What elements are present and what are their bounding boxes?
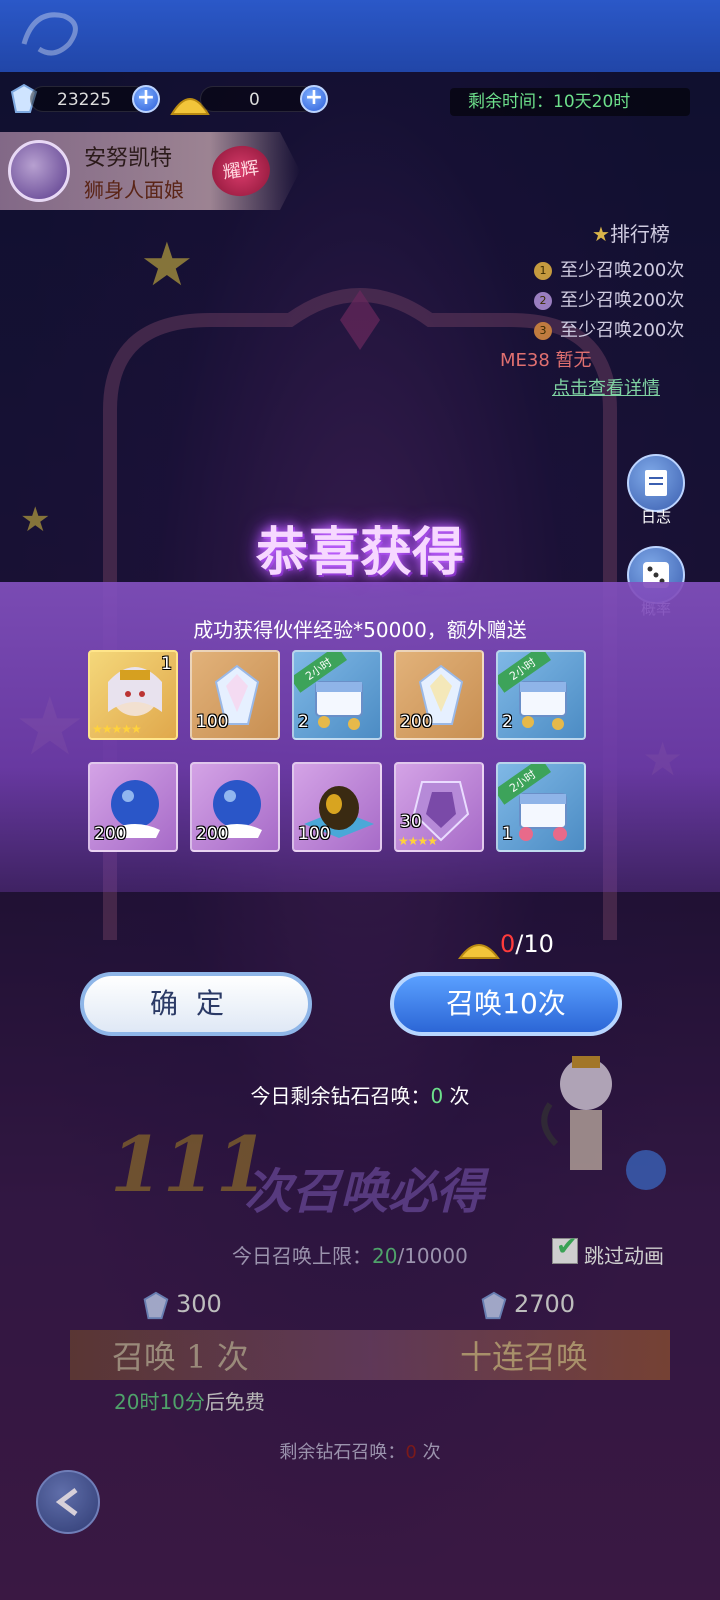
reward-item[interactable]: 2小时 1 bbox=[496, 762, 586, 852]
reward-item[interactable]: 200 bbox=[88, 762, 178, 852]
confirm-button[interactable]: 确定 bbox=[80, 972, 312, 1036]
guarantee-text: 次召唤必得 bbox=[244, 1164, 485, 1220]
reward-item[interactable]: 100 bbox=[292, 762, 382, 852]
gold-pile-icon bbox=[458, 944, 500, 959]
item-stars: ★★★★★ bbox=[92, 722, 142, 736]
log-icon bbox=[645, 470, 667, 496]
item-count: 2 bbox=[298, 712, 309, 732]
ten-summon-price: 2700 bbox=[514, 1290, 576, 1318]
summon-once-button[interactable]: 召唤 1 次 bbox=[112, 1332, 249, 1378]
item-count: 2 bbox=[502, 712, 513, 732]
character-name: 安努凯特 bbox=[84, 146, 173, 171]
reward-item[interactable]: 2小时 2 bbox=[496, 650, 586, 740]
back-button[interactable] bbox=[36, 1470, 100, 1534]
reward-item[interactable]: 200 bbox=[190, 762, 280, 852]
ranking-item: 1 至少召唤200次 bbox=[534, 256, 684, 282]
reward-subtitle: 成功获得伙伴经验*50000，额外赠送 bbox=[193, 618, 527, 642]
logo-swirl-icon bbox=[21, 12, 78, 56]
item-count: 1 bbox=[161, 654, 172, 674]
reward-item[interactable]: 2小时 2 bbox=[292, 650, 382, 740]
item-count: 30 bbox=[400, 812, 422, 832]
top-bar bbox=[0, 0, 720, 72]
timer-value: 10天20时 bbox=[553, 92, 631, 112]
reward-title: 恭喜获得 bbox=[255, 522, 464, 583]
ranking-title[interactable]: ★排行榜 bbox=[592, 218, 670, 247]
item-stars: ★★★★ bbox=[398, 834, 438, 848]
single-summon-price: 300 bbox=[176, 1290, 222, 1318]
chibi-character-icon bbox=[541, 1056, 612, 1170]
check-icon: ✔ bbox=[556, 1232, 578, 1262]
reward-item[interactable]: 30 ★★★★ bbox=[394, 762, 484, 852]
my-rank: ME38 暂无 bbox=[500, 350, 592, 371]
reward-item-character[interactable]: 1 ★★★★★ bbox=[88, 650, 178, 740]
cost-total: /10 bbox=[515, 930, 554, 958]
item-count: 200 bbox=[400, 712, 433, 732]
item-count: 100 bbox=[298, 824, 331, 844]
cost-current: 0 bbox=[500, 930, 516, 958]
diamond-currency-icon bbox=[481, 1291, 507, 1320]
back-arrow-icon bbox=[55, 1488, 78, 1516]
ranking-detail-link[interactable]: 点击查看详情 bbox=[552, 374, 660, 400]
zoom-icon[interactable] bbox=[626, 1150, 666, 1190]
skip-animation-label: 跳过动画 bbox=[584, 1244, 664, 1268]
reward-item[interactable]: 100 bbox=[190, 650, 280, 740]
item-count: 200 bbox=[196, 824, 229, 844]
add-diamond-button[interactable]: + bbox=[132, 85, 160, 113]
event-timer: 剩余时间：10天20时 bbox=[450, 88, 690, 116]
free-summon-timer: 20时10分后免费 bbox=[114, 1390, 265, 1414]
item-count: 200 bbox=[94, 824, 127, 844]
summon-cost: 0/10 bbox=[500, 930, 554, 958]
remaining-diamond-summons: 剩余钻石召唤：0 次 bbox=[279, 1442, 441, 1463]
item-count: 1 bbox=[502, 824, 513, 844]
timer-label: 剩余时间： bbox=[468, 92, 553, 112]
ranking-item: 3 至少召唤200次 bbox=[534, 316, 684, 342]
item-count: 100 bbox=[196, 712, 229, 732]
character-banner[interactable]: 安努凯特 狮身人面娘 耀辉 bbox=[0, 132, 300, 210]
diamond-balance: 23225 bbox=[30, 86, 148, 112]
gold-balance: 0 bbox=[200, 86, 316, 112]
diamond-currency-icon bbox=[143, 1291, 169, 1320]
moon-faction-icon bbox=[8, 140, 70, 202]
ten-summon-button[interactable]: 十连召唤 bbox=[460, 1332, 588, 1378]
ranking-item: 2 至少召唤200次 bbox=[534, 286, 684, 312]
add-gold-button[interactable]: + bbox=[300, 85, 328, 113]
log-button[interactable] bbox=[627, 454, 685, 512]
gold-amount: 0 bbox=[249, 90, 260, 110]
character-title: 狮身人面娘 bbox=[84, 178, 184, 202]
rarity-badge: 耀辉 bbox=[208, 142, 274, 200]
reward-item[interactable]: 200 bbox=[394, 650, 484, 740]
summon-10-button[interactable]: 召唤10次 bbox=[390, 972, 622, 1036]
diamond-amount: 23225 bbox=[57, 90, 112, 110]
daily-summon-limit: 今日召唤上限：20/10000 bbox=[232, 1244, 468, 1268]
